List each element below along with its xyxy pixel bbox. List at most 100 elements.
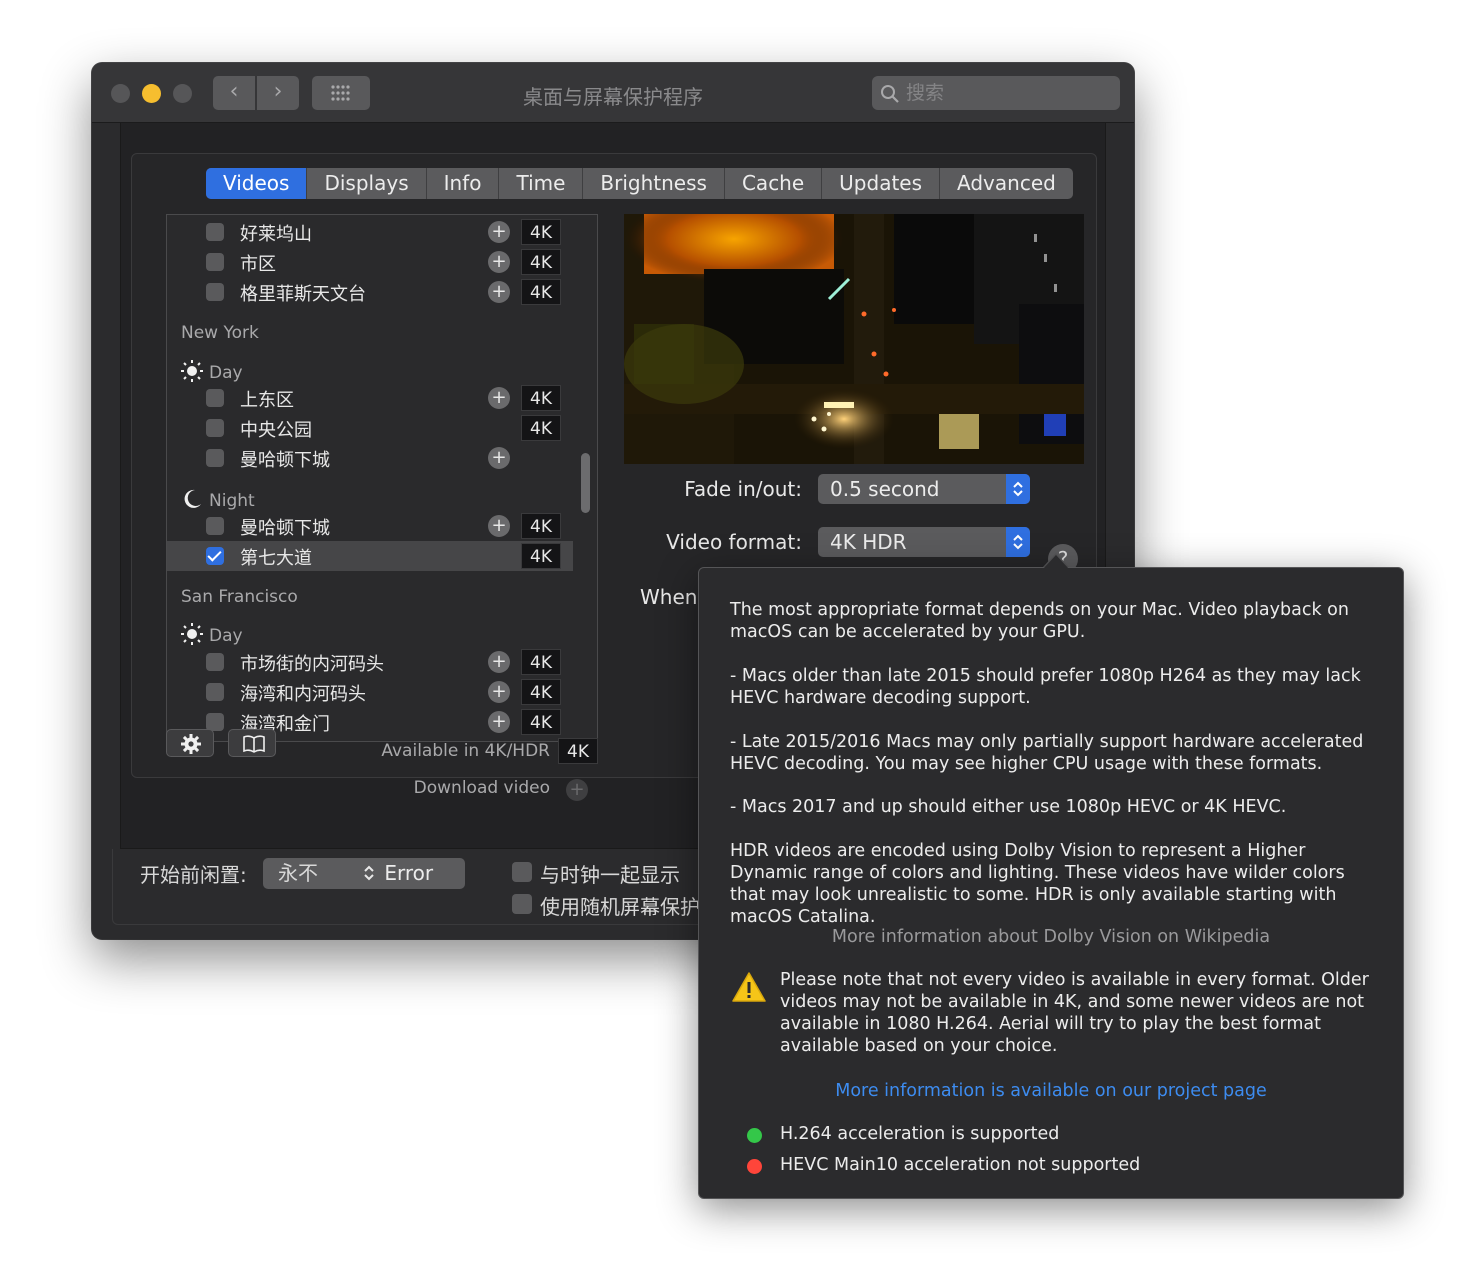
hevc-status-label: HEVC Main10 acceleration not supported <box>780 1155 1141 1175</box>
4k-badge: 4K <box>558 738 598 764</box>
video-checkbox[interactable] <box>206 389 224 407</box>
4k-badge: 4K <box>521 679 561 705</box>
random-screensaver-label: 使用随机屏幕保护 <box>540 895 700 919</box>
popover-arrow-fill <box>1043 555 1069 569</box>
idle-popup[interactable]: 永不 <box>266 858 382 888</box>
video-name: 市区 <box>240 254 276 275</box>
video-checkbox[interactable] <box>206 449 224 467</box>
video-format-popup[interactable]: 4K HDR <box>818 527 1030 557</box>
tab-updates[interactable]: Updates <box>822 168 941 199</box>
video-name: 海湾和内河码头 <box>240 684 366 705</box>
warning-icon <box>732 972 766 1002</box>
tab-time[interactable]: Time <box>499 168 584 199</box>
list-item[interactable]: 格里菲斯天文台 + 4K <box>167 277 573 307</box>
download-plus-icon[interactable]: + <box>488 281 510 303</box>
subsection-label: Night <box>209 491 255 511</box>
list-item[interactable]: 上东区 + 4K <box>167 383 573 413</box>
download-plus-icon: + <box>566 779 588 801</box>
video-checkbox-checked[interactable] <box>206 547 224 565</box>
tab-cache[interactable]: Cache <box>725 168 823 199</box>
video-name: 好莱坞山 <box>240 224 312 245</box>
video-checkbox[interactable] <box>206 419 224 437</box>
tab-videos[interactable]: Videos <box>206 168 308 199</box>
red-status-dot-icon <box>747 1159 762 1174</box>
4k-badge: 4K <box>521 543 561 569</box>
4k-badge: 4K <box>521 385 561 411</box>
list-item[interactable]: 好莱坞山 + 4K <box>167 217 573 247</box>
subsection-label: Day <box>209 363 243 383</box>
download-plus-icon[interactable]: + <box>488 515 510 537</box>
subsection-night: Night <box>181 488 255 511</box>
format-warning-text: Please note that not every video is avai… <box>780 970 1369 1056</box>
video-checkbox[interactable] <box>206 223 224 241</box>
tab-brightness[interactable]: Brightness <box>583 168 725 199</box>
video-name: 曼哈顿下城 <box>240 518 330 539</box>
idle-value: 永不 <box>278 861 318 885</box>
available-4k-label: Available in 4K/HDR <box>381 741 550 761</box>
list-item-selected[interactable]: 第七大道 4K <box>167 541 573 571</box>
list-item[interactable]: 海湾和内河码头 + 4K <box>167 677 573 707</box>
video-checkbox[interactable] <box>206 683 224 701</box>
show-with-clock-label: 与时钟一起显示 <box>540 863 680 887</box>
popover-paragraph: The most appropriate format depends on y… <box>730 600 1349 642</box>
moon-icon <box>184 489 201 508</box>
list-item[interactable]: 市区 + 4K <box>167 247 573 277</box>
sun-icon <box>181 360 203 382</box>
download-plus-icon[interactable]: + <box>488 387 510 409</box>
browse-button[interactable] <box>228 729 276 757</box>
fade-popup[interactable]: 0.5 second <box>818 474 1030 504</box>
book-icon <box>243 735 265 753</box>
project-page-link[interactable]: More information is available on our pro… <box>699 1081 1403 1101</box>
fade-label: Fade in/out: <box>684 477 802 501</box>
video-name: 市场街的内河码头 <box>240 654 384 675</box>
download-video-label: Download video <box>413 778 550 798</box>
video-name: 曼哈顿下城 <box>240 450 330 471</box>
tab-advanced[interactable]: Advanced <box>940 168 1073 199</box>
settings-button[interactable] <box>166 729 214 757</box>
video-list[interactable]: 好莱坞山 + 4K 市区 + 4K 格里菲斯天文台 + 4K New York … <box>166 214 598 742</box>
download-plus-icon[interactable]: + <box>488 221 510 243</box>
video-format-value: 4K HDR <box>830 530 907 554</box>
download-plus-icon[interactable]: + <box>488 681 510 703</box>
download-plus-icon[interactable]: + <box>488 651 510 673</box>
h264-status-label: H.264 acceleration is supported <box>780 1124 1060 1144</box>
video-checkbox[interactable] <box>206 283 224 301</box>
search-input[interactable] <box>906 80 1106 106</box>
section-header-san-francisco: San Francisco <box>181 587 298 607</box>
tab-displays[interactable]: Displays <box>307 168 427 199</box>
popover-paragraph: HDR videos are encoded using Dolby Visio… <box>730 841 1345 927</box>
list-item[interactable]: 曼哈顿下城 + 4K <box>167 511 573 541</box>
download-plus-icon[interactable]: + <box>488 711 510 733</box>
subsection-label: Day <box>209 626 243 646</box>
list-scrollbar[interactable] <box>581 453 590 513</box>
video-format-help-popover: The most appropriate format depends on y… <box>698 567 1404 1199</box>
show-with-clock-checkbox[interactable] <box>512 862 532 882</box>
sun-icon <box>181 623 203 645</box>
video-checkbox[interactable] <box>206 253 224 271</box>
list-item[interactable]: 曼哈顿下城 + <box>167 443 573 473</box>
download-plus-icon[interactable]: + <box>488 251 510 273</box>
search-field[interactable] <box>872 76 1120 110</box>
video-preview <box>624 214 1084 464</box>
download-plus-icon[interactable]: + <box>488 447 510 469</box>
subsection-day: Day <box>181 623 243 646</box>
video-name: 第七大道 <box>240 548 312 569</box>
idle-label: 开始前闲置: <box>140 863 247 887</box>
video-format-label: Video format: <box>666 530 802 554</box>
list-item[interactable]: 中央公园 4K <box>167 413 573 443</box>
list-item[interactable]: 市场街的内河码头 + 4K <box>167 647 573 677</box>
video-name: 上东区 <box>240 390 294 411</box>
tab-bar: Videos Displays Info Time Brightness Cac… <box>206 168 1073 199</box>
video-checkbox[interactable] <box>206 517 224 535</box>
stepper-arrows-icon <box>364 865 374 881</box>
dolby-vision-link[interactable]: More information about Dolby Vision on W… <box>699 927 1403 947</box>
popover-paragraph: - Macs 2017 and up should either use 108… <box>730 797 1287 817</box>
4k-badge: 4K <box>521 649 561 675</box>
tab-info[interactable]: Info <box>427 168 500 199</box>
video-name: 格里菲斯天文台 <box>240 284 366 305</box>
4k-badge: 4K <box>521 415 561 441</box>
search-icon <box>881 85 899 103</box>
random-screensaver-checkbox[interactable] <box>512 894 532 914</box>
section-header-new-york: New York <box>181 323 259 343</box>
video-checkbox[interactable] <box>206 653 224 671</box>
